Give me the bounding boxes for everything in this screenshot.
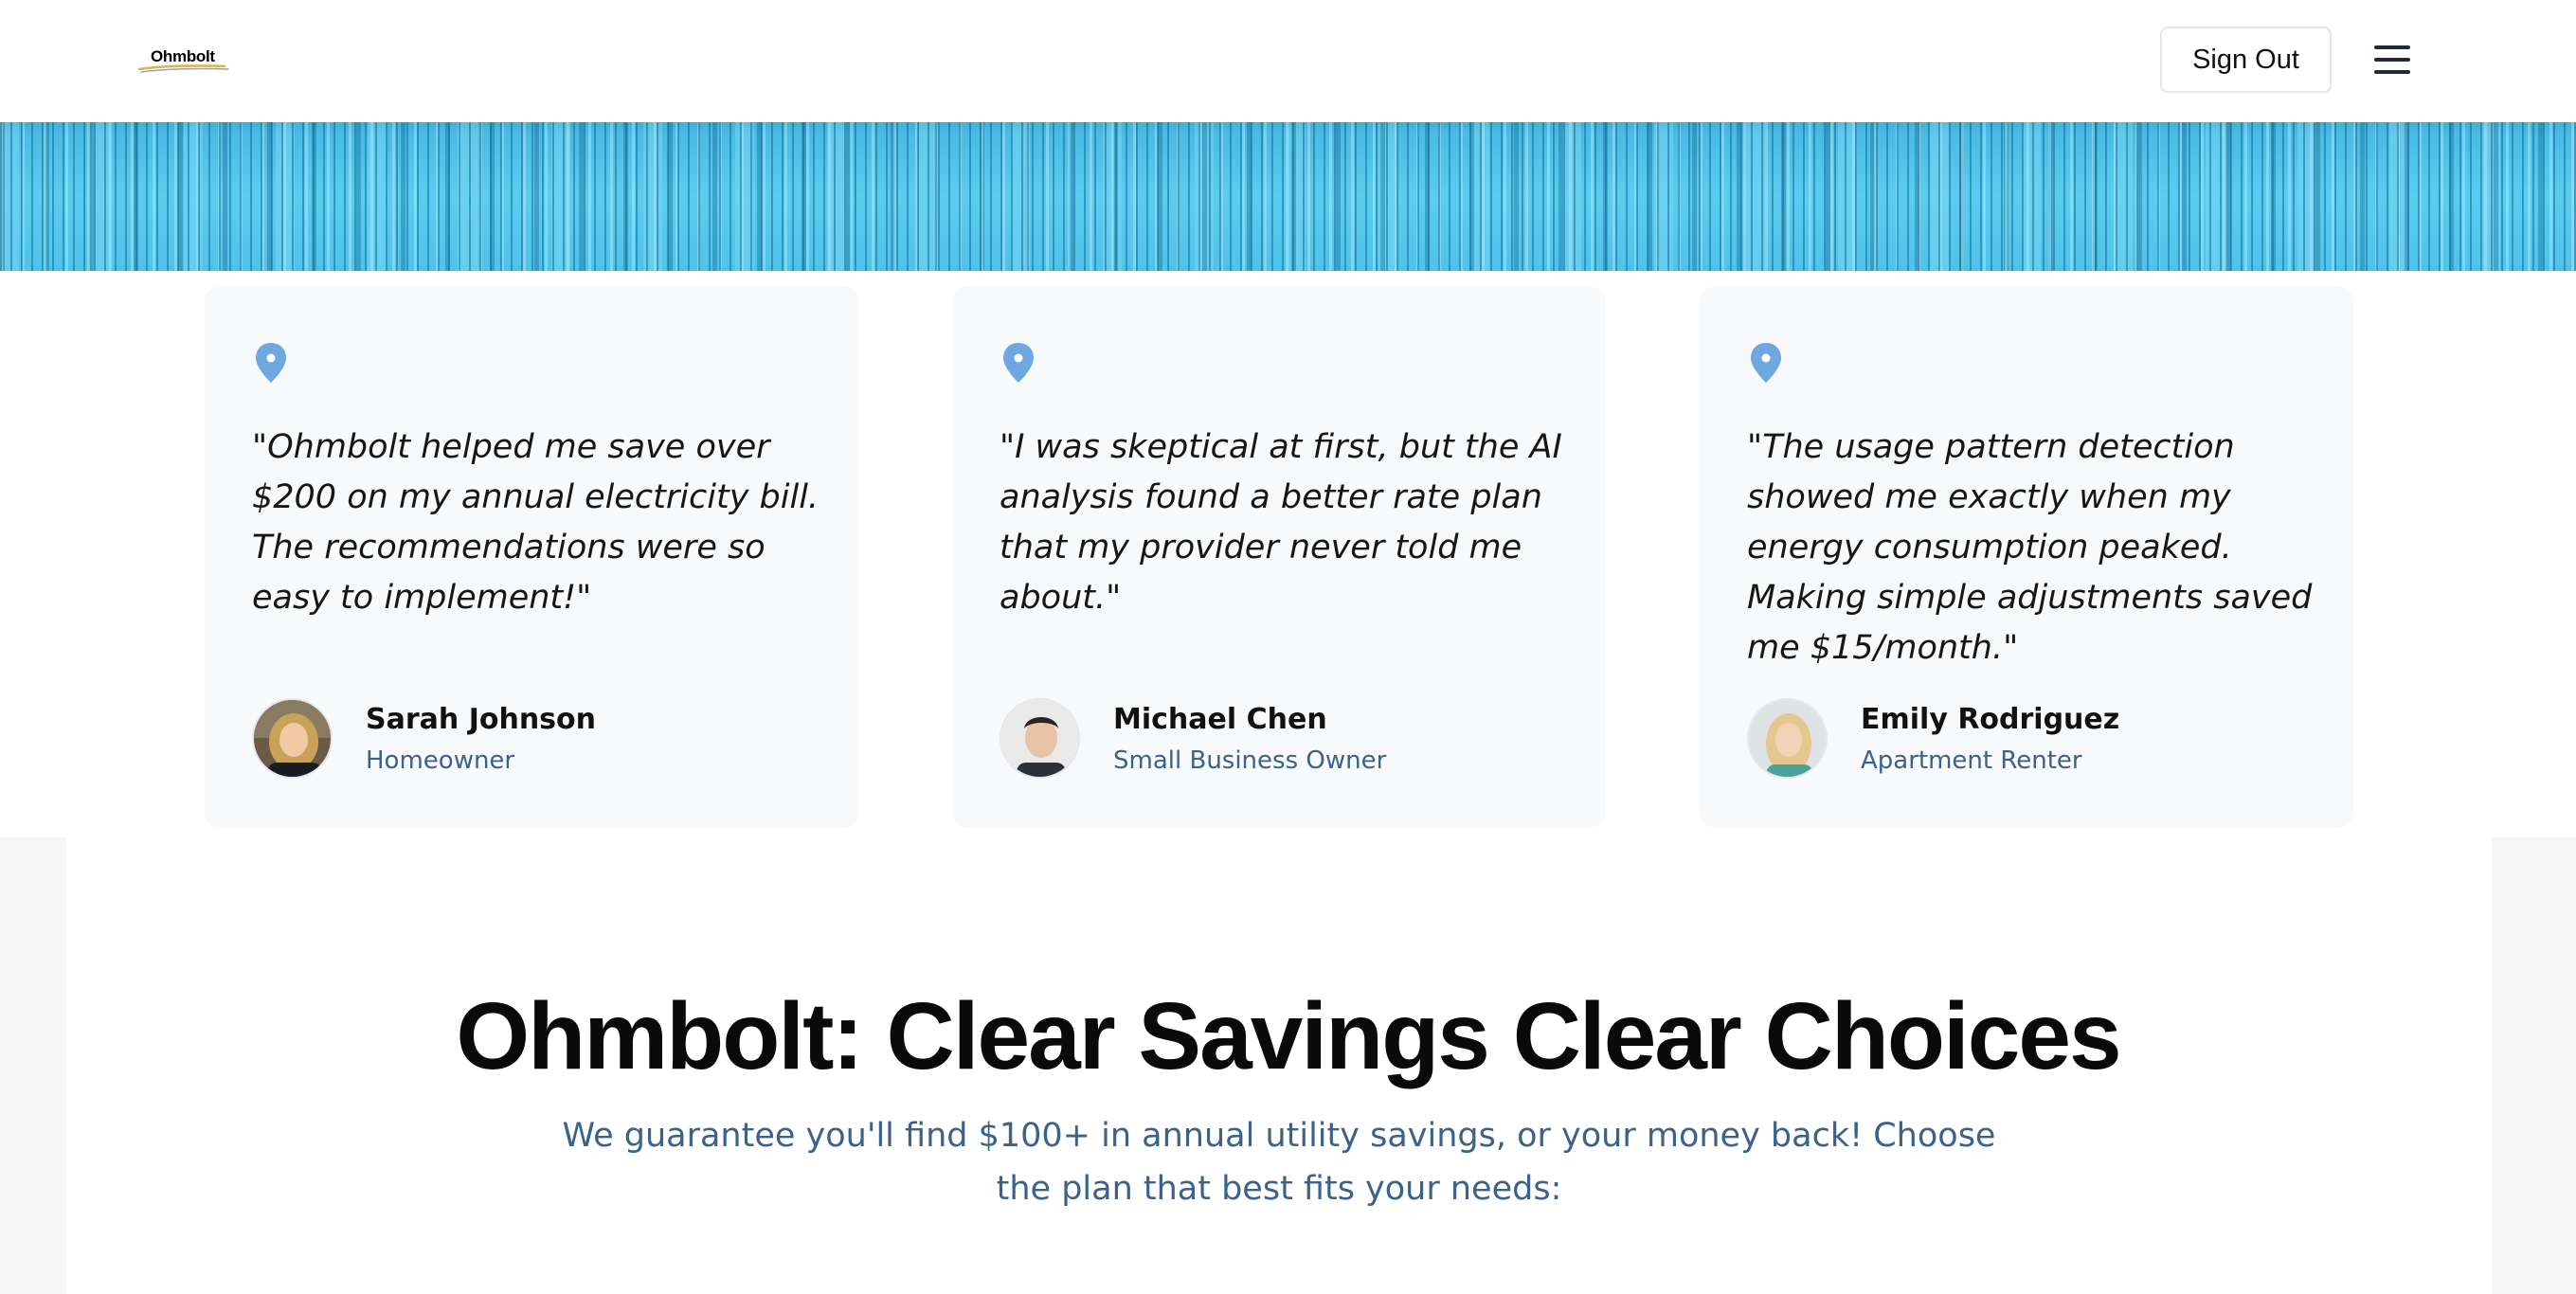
testimonial-card: "Ohmbolt helped me save over $200 on my … — [205, 286, 858, 828]
testimonial-card: "The usage pattern detection showed me e… — [1700, 286, 2353, 828]
testimonial-quote: "I was skeptical at first, but the AI an… — [1000, 428, 1562, 617]
site-header: Ohmbolt Sign Out — [0, 0, 2576, 122]
logo-swoosh-icon — [137, 64, 229, 73]
testimonial-name: Sarah Johnson — [366, 703, 597, 736]
hamburger-menu-icon[interactable] — [2374, 44, 2412, 76]
pricing-subtext: We guarantee you'll find $100+ in annual… — [562, 1117, 1996, 1208]
decorative-banner — [0, 122, 2576, 271]
testimonial-quote: "The usage pattern detection showed me e… — [1747, 428, 2313, 667]
avatar — [1000, 698, 1080, 779]
pricing-headline: Ohmbolt: Clear Savings Clear Choices — [456, 983, 2121, 1089]
avatar — [252, 698, 333, 779]
avatar — [1747, 698, 1828, 779]
testimonial-name: Emily Rodriguez — [1861, 703, 2120, 736]
map-pin-icon — [1751, 343, 1781, 383]
ohmbolt-logo[interactable]: Ohmbolt — [137, 44, 232, 76]
testimonial-role: Homeowner — [366, 746, 515, 775]
testimonial-name: Michael Chen — [1113, 703, 1327, 736]
sign-out-button[interactable]: Sign Out — [2160, 27, 2332, 93]
testimonial-quote: "Ohmbolt helped me save over $200 on my … — [252, 428, 820, 617]
testimonial-role: Small Business Owner — [1113, 746, 1387, 775]
testimonial-card: "I was skeptical at first, but the AI an… — [952, 286, 1606, 828]
map-pin-icon — [1003, 343, 1034, 383]
testimonial-role: Apartment Renter — [1861, 746, 2082, 775]
map-pin-icon — [256, 343, 286, 383]
